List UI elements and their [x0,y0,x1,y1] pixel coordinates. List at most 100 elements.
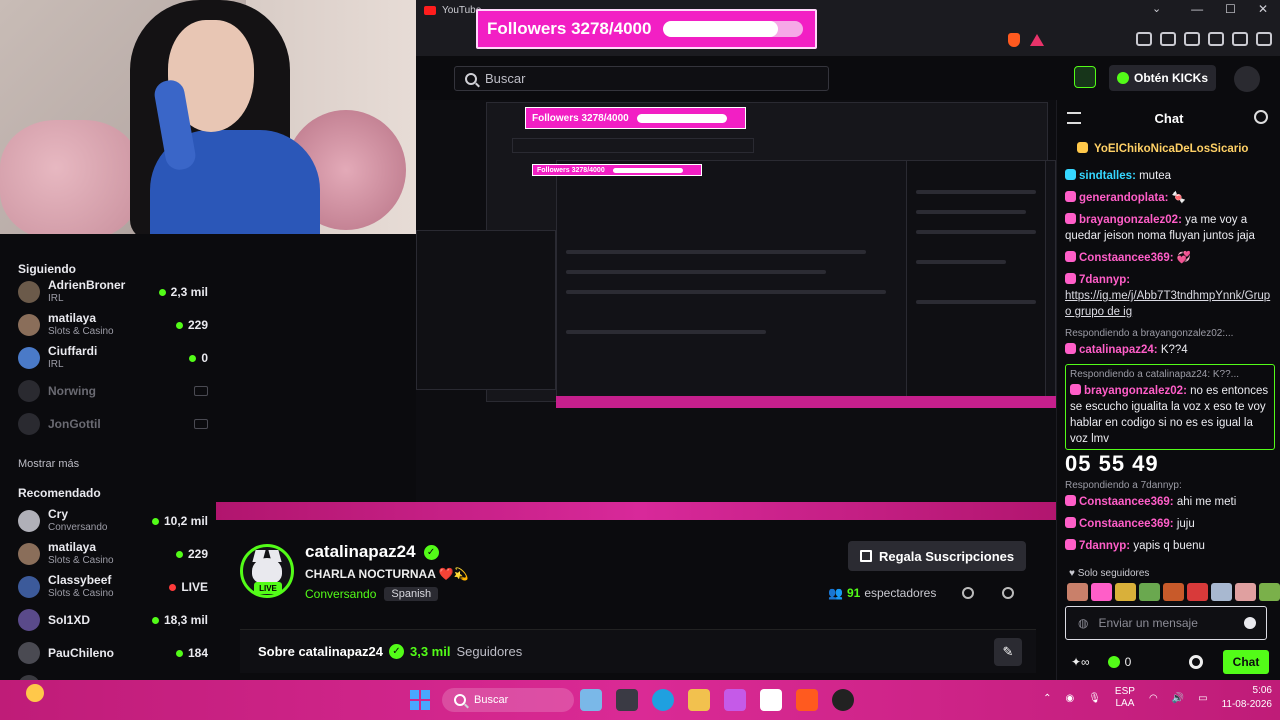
close-button[interactable]: ✕ [1258,2,1268,16]
sidebar-channel[interactable]: AdrienBroner IRL 2,3 mil [18,276,208,308]
emote-icon[interactable] [1163,583,1184,601]
sidebar-channel[interactable]: Cry Conversando 10,2 mil [18,505,208,537]
channel-name: Norwing [48,383,96,398]
file-icon[interactable] [616,689,638,711]
extensions-icon[interactable] [1136,32,1152,46]
chat-username[interactable]: 7dannyp [1079,540,1126,552]
show-more-link[interactable]: Mostrar más [18,458,79,470]
emote-icon[interactable] [1067,583,1088,601]
vpn-icon[interactable] [1232,32,1248,46]
sidebar-channel[interactable]: PauChileno 184 [18,637,208,669]
extension-toolbar [1136,32,1272,46]
sidebar-channel[interactable]: SoI1XD 18,3 mil [18,604,208,636]
badge-icon [1065,213,1076,224]
chat-username[interactable]: Constaancee369 [1079,496,1170,508]
menu-icon[interactable] [1256,32,1272,46]
volume-icon[interactable]: 🔊 [1172,693,1184,704]
edit-icon[interactable]: ✎ [994,638,1022,666]
wifi-icon[interactable]: ◠ [1149,693,1158,704]
bookmark-icon[interactable] [1208,32,1224,46]
offline-icon [194,386,208,396]
taskbar-widget[interactable] [26,684,44,702]
clock[interactable]: 5:06 11-08-2026 [1222,684,1272,712]
channel-category: Slots & Casino [48,555,114,566]
chat-username[interactable]: Constaancee369 [1079,252,1170,264]
weather-icon [26,684,44,702]
emote-icon[interactable] [1211,583,1232,601]
channel-name: SoI1XD [48,612,91,627]
copilot-icon[interactable] [724,689,746,711]
search-input[interactable]: Buscar [454,66,829,91]
youtube-icon [424,5,436,15]
chat-text: 💞 [1173,252,1192,264]
maximize-button[interactable]: ☐ [1225,2,1236,16]
language-tag[interactable]: Spanish [384,587,439,601]
discord-icon[interactable]: ◉ [1065,693,1074,704]
share-icon[interactable] [962,587,974,599]
browser-tab[interactable]: YouTube [424,2,481,18]
taskbar-apps [580,689,854,711]
start-button[interactable] [410,690,430,710]
edge-icon[interactable] [652,689,674,711]
emote-icon[interactable] [1187,583,1208,601]
brave-shield-icon[interactable] [1008,33,1020,47]
emote-icon[interactable] [1115,583,1136,601]
sidebar-channel[interactable]: matilaya Slots & Casino 229 [18,309,208,341]
chat-username[interactable]: Constaancee369 [1079,518,1170,530]
get-kicks-button[interactable]: Obtén KICKs [1109,65,1217,91]
emote-icon[interactable] [1091,583,1112,601]
chat-username[interactable]: brayangonzalez02 [1079,214,1178,226]
emoji-icon[interactable] [1244,617,1256,629]
grid-icon[interactable] [1074,66,1096,88]
car-widget-icon[interactable] [580,689,602,711]
chevron-down-icon[interactable]: ⌄ [1152,2,1161,15]
channel-name[interactable]: catalinapaz24 ✓ [305,542,439,562]
chat-message: Constaancee369: 💞 [1065,250,1275,266]
wallet-icon[interactable] [1184,32,1200,46]
gear-icon[interactable] [1189,655,1203,669]
emote-icon[interactable] [1139,583,1160,601]
brave-rewards-icon[interactable] [1030,34,1044,46]
minimize-button[interactable]: — [1191,2,1203,16]
brave-icon[interactable] [796,689,818,711]
send-chat-button[interactable]: Chat [1223,650,1269,674]
sidebar-channel[interactable]: Classybeef Slots & Casino LIVE [18,571,208,603]
sidebar-channel[interactable]: Ciuffardi IRL 0 [18,342,208,374]
sidebar-channel[interactable]: matilaya Slots & Casino 229 [18,538,208,570]
chat-username[interactable]: generandoplata [1079,192,1165,204]
emote-icon[interactable] [1259,583,1280,601]
chat-username[interactable]: catalinapaz24 [1079,344,1154,356]
sidebar-channel[interactable]: Norwing [18,375,208,407]
chat-text: ahi me meti [1173,496,1237,508]
chevron-up-icon[interactable]: ⌃ [1043,693,1051,704]
chat-username[interactable]: brayangonzalez02 [1084,385,1183,397]
battery-icon[interactable]: ▭ [1198,693,1207,704]
gift-subscriptions-button[interactable]: Regala Suscripciones [848,541,1027,571]
channel-name: Classybeef [48,573,112,587]
countdown-timer: 05 55 49 [1065,451,1159,476]
sidebar-channel[interactable]: JonGottil [18,408,208,440]
screen: YouTube ⌄ — ☐ ✕ Followers 3278/4000 Busc… [0,0,1280,720]
chat-users-icon[interactable] [1254,110,1268,124]
channel-points[interactable]: 0 [1107,655,1131,669]
sidebar-icon[interactable] [1160,32,1176,46]
obs-icon[interactable] [832,689,854,711]
infinity-icon[interactable]: ✦∞ [1071,655,1090,669]
emote-icon[interactable] [1235,583,1256,601]
folder-icon[interactable] [688,689,710,711]
chat-username[interactable]: 7dannyp [1079,274,1126,286]
category-link[interactable]: Conversando [305,587,376,601]
stream-video-player[interactable]: Followers 3278/4000 Followers 3278/4000 [416,100,1064,520]
chat-link[interactable]: https://ig.me/j/Abb7T3tndhmpYnnk/Grupo g… [1065,288,1275,320]
user-avatar[interactable] [1234,66,1260,92]
mic-icon[interactable]: 🎙 [1088,693,1101,704]
language-indicator[interactable]: ESP LAA [1115,686,1135,710]
viewer-count: 2,3 mil [170,285,208,299]
chat-username[interactable]: sindtalles [1079,170,1132,182]
store-icon[interactable] [760,689,782,711]
badge-icon [1065,495,1076,506]
about-section: Sobre catalinapaz24 ✓ 3,3 mil Seguidores… [240,629,1036,673]
taskbar-search[interactable]: Buscar [442,688,574,712]
follow-icon[interactable] [1002,587,1014,599]
chat-message-input[interactable]: ◍ Enviar un mensaje [1065,606,1267,640]
